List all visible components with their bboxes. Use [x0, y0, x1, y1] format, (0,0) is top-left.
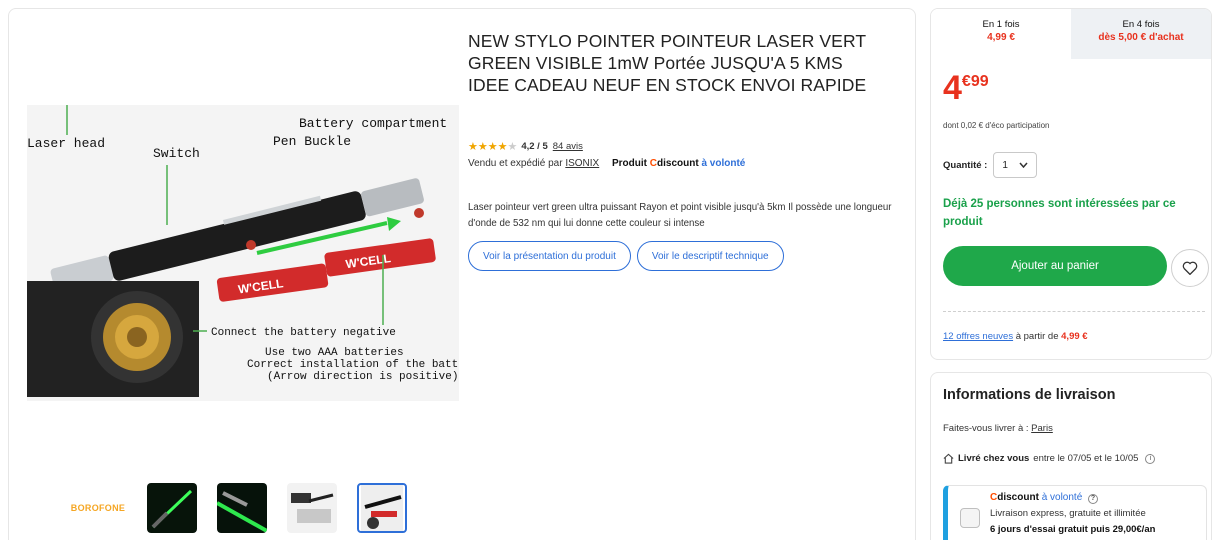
info-icon[interactable]: i [1145, 453, 1156, 464]
price: 4€99 [943, 71, 989, 105]
thumb-image [147, 483, 197, 533]
label-pen-buckle: Pen Buckle [273, 134, 351, 149]
label-use-two: Use two AAA batteries [265, 347, 404, 359]
presentation-button[interactable]: Voir la présentation du produit [468, 241, 631, 271]
cdav-heading: Cdiscount à volonté ? [990, 492, 1099, 504]
seller-link[interactable]: ISONIX [565, 158, 599, 169]
tab-pay-four[interactable]: En 4 fois dès 5,00 € d'achat [1071, 9, 1211, 59]
thumb-image [287, 483, 337, 533]
buy-box: En 1 fois 4,99 € En 4 fois dès 5,00 € d'… [930, 8, 1212, 360]
home-delivery-bold: Livré chez vous [958, 453, 1030, 464]
cdiscount-a-volonte-checkbox[interactable] [960, 508, 980, 528]
label-arrow: (Arrow direction is positive) [267, 371, 458, 383]
cdav-rest: discount [997, 492, 1039, 503]
wishlist-button[interactable] [1171, 249, 1209, 287]
label-laser-head: Laser head [27, 136, 105, 151]
quantity-value: 1 [1002, 159, 1008, 171]
label-connect: Connect the battery negative [211, 327, 396, 339]
produit-label: Produit [612, 158, 647, 169]
thumbnail-strip: BOROFONE [69, 483, 407, 533]
offers-middle: à partir de [1015, 331, 1059, 342]
divider [943, 311, 1205, 312]
label-switch: Switch [153, 146, 200, 161]
new-offers-link[interactable]: 12 offres neuves [943, 331, 1013, 342]
cdav-trial: 6 jours d'essai gratuit puis 29,00€/an [990, 524, 1156, 535]
brand-logo-text: BOROFONE [70, 503, 126, 513]
thumb-green-beam[interactable] [147, 483, 197, 533]
cdiscount-a-volonte-offer: Cdiscount à volonté ? Livraison express,… [943, 485, 1207, 540]
quantity-select[interactable]: 1 [993, 152, 1038, 178]
heart-icon [1182, 261, 1198, 275]
thumb-brand-logo[interactable]: BOROFONE [69, 483, 127, 533]
tab-pay-four-label: En 4 fois [1122, 19, 1160, 30]
quantity-label: Quantité : [943, 159, 988, 171]
cdiscount-rest: discount [657, 158, 699, 169]
tab-pay-once-label: En 1 fois [982, 19, 1020, 30]
cdav-benefit: Livraison express, gratuite et illimitée [990, 508, 1146, 519]
quantity-row: Quantité : 1 [943, 152, 1038, 178]
tab-pay-once[interactable]: En 1 fois 4,99 € [931, 9, 1071, 59]
price-decimal: €99 [961, 73, 989, 90]
offers-from-price: 4,99 € [1061, 331, 1088, 342]
thumb-green-rays[interactable] [217, 483, 267, 533]
technical-specs-button[interactable]: Voir le descriptif technique [636, 241, 784, 271]
cdav-volonte: à volonté [1041, 492, 1083, 503]
cdiscount-produit-badge: Produit Cdiscount à volonté [612, 158, 745, 169]
eco-participation: dont 0,02 € d'éco participation [943, 121, 1050, 130]
thumb-diagram-selected[interactable] [357, 483, 407, 533]
thumb-package[interactable] [287, 483, 337, 533]
thumb-image [361, 485, 403, 531]
laser-pointer-illustration: W'CELL W'CELL Battery compartment Pen Bu… [27, 105, 459, 401]
delivery-title: Informations de livraison [943, 387, 1116, 403]
product-action-pills: Voir la présentation du produit Voir le … [468, 241, 784, 271]
city-link[interactable]: Paris [1031, 423, 1053, 434]
tab-pay-once-amount: 4,99 € [987, 32, 1015, 43]
payment-tabs: En 1 fois 4,99 € En 4 fois dès 5,00 € d'… [931, 9, 1211, 59]
cdiscount-c: C [649, 158, 658, 169]
delivery-box: Informations de livraison Faites-vous li… [930, 372, 1212, 540]
help-icon[interactable]: ? [1088, 493, 1099, 504]
a-volonte: à volonté [701, 158, 746, 169]
seller-line: Vendu et expédié par ISONIX Produit Cdis… [468, 158, 745, 169]
add-to-cart-button[interactable]: Ajouter au panier [943, 246, 1167, 286]
product-description: Laser pointeur vert green ultra puissant… [468, 202, 892, 229]
offers-line: 12 offres neuves à partir de 4,99 € [943, 331, 1088, 342]
star-rating-icon: ★★★★★ [468, 141, 518, 153]
label-correct: Correct installation of the battery [247, 359, 459, 371]
sold-by-prefix: Vendu et expédié par [468, 158, 563, 169]
rating-score: 4,2 / 5 [521, 141, 548, 152]
deliver-to-line: Faites-vous livrer à : Paris [943, 423, 1053, 434]
product-title: NEW STYLO POINTER POINTEUR LASER VERT GR… [468, 31, 867, 95]
product-main-image[interactable]: W'CELL W'CELL Battery compartment Pen Bu… [27, 105, 459, 401]
label-battery-compartment: Battery compartment [299, 116, 447, 131]
home-delivery-dates: entre le 07/05 et le 10/05 [1033, 453, 1139, 464]
rating-row: ★★★★★ 4,2 / 5 84 avis [468, 140, 583, 153]
home-delivery-line: Livré chez vous entre le 07/05 et le 10/… [943, 453, 1156, 464]
reviews-link[interactable]: 84 avis [553, 141, 583, 152]
tab-pay-four-amount: dès 5,00 € d'achat [1098, 32, 1184, 43]
home-icon [943, 453, 954, 464]
thumb-image [217, 483, 267, 533]
chevron-down-icon [1019, 162, 1028, 168]
price-integer: 4 [943, 69, 962, 107]
interest-notice: Déjà 25 personnes sont intéressées par c… [943, 198, 1176, 228]
deliver-to-prefix: Faites-vous livrer à : [943, 423, 1029, 434]
